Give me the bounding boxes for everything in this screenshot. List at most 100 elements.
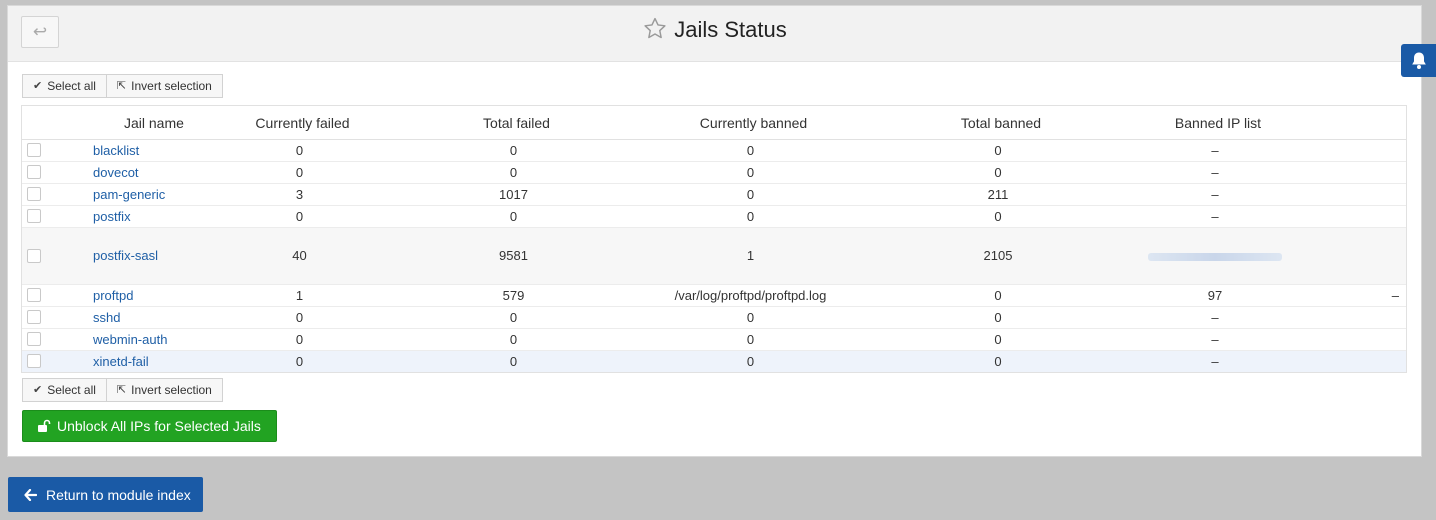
invert-selection-label: Invert selection xyxy=(131,383,212,397)
cell-currently-failed: 0 xyxy=(295,332,304,347)
cell-currently-failed: 3 xyxy=(295,187,304,202)
arrow-left-icon xyxy=(24,488,37,501)
unblock-all-button[interactable]: Unblock All IPs for Selected Jails xyxy=(22,410,277,442)
cell-total-banned: 0 xyxy=(994,310,1002,325)
share-icon: ⇱ xyxy=(116,80,127,92)
cell-banned-ip: – xyxy=(1211,165,1219,180)
cell-banned-ip: – xyxy=(1211,187,1219,202)
main-panel: ↩ Jails Status ✔ Select all ⇱ Invert sel… xyxy=(7,5,1422,457)
cell-currently-banned: 0 xyxy=(746,332,755,347)
row-checkbox[interactable] xyxy=(27,165,41,179)
header-banned-ip-list[interactable]: Banned IP list xyxy=(1139,106,1297,139)
cell-total-banned: 0 xyxy=(994,288,1002,303)
cell-banned-ip xyxy=(1136,228,1294,284)
cell-total-banned: 0 xyxy=(994,209,1002,224)
cell-total-failed: 0 xyxy=(509,143,518,158)
jail-link[interactable]: postfix-sasl xyxy=(93,248,158,263)
cell-currently-failed: 0 xyxy=(295,143,304,158)
cell-currently-failed: 0 xyxy=(295,209,304,224)
cell-total-banned: 0 xyxy=(994,354,1002,369)
star-icon[interactable] xyxy=(642,16,668,41)
cell-currently-banned: 0 xyxy=(746,209,755,224)
cell-total-failed: 0 xyxy=(509,354,518,369)
cell-banned-ip: – xyxy=(1211,143,1219,158)
cell-currently-banned: 0 xyxy=(746,310,755,325)
cell-currently-banned: /var/log/proftpd/proftpd.log xyxy=(674,288,827,303)
table-row: postfix-sasl 40 9581 1 2105 xyxy=(22,228,1406,285)
header-jail-name[interactable]: Jail name xyxy=(96,106,216,139)
cell-total-banned: 0 xyxy=(994,332,1002,347)
select-all-label: Select all xyxy=(47,79,96,93)
row-checkbox[interactable] xyxy=(27,209,41,223)
table-row: dovecot 0 0 0 0 – xyxy=(22,162,1406,184)
cell-currently-banned: 0 xyxy=(746,143,755,158)
table-row: blacklist 0 0 0 0 – xyxy=(22,140,1406,162)
cell-currently-banned: 0 xyxy=(746,187,755,202)
jail-link[interactable]: blacklist xyxy=(93,143,139,158)
cell-currently-failed: 40 xyxy=(292,248,307,263)
selection-toolbar-top: ✔ Select all ⇱ Invert selection xyxy=(22,74,223,98)
page-title: Jails Status xyxy=(674,17,787,42)
cell-total-failed: 9581 xyxy=(499,248,528,263)
table-row: xinetd-fail 0 0 0 0 – xyxy=(22,351,1406,372)
row-checkbox[interactable] xyxy=(27,354,41,368)
selection-toolbar-bottom: ✔ Select all ⇱ Invert selection xyxy=(22,378,223,402)
cell-total-failed: 1017 xyxy=(499,187,528,202)
header-total-failed[interactable]: Total failed xyxy=(389,106,644,139)
table-row: postfix 0 0 0 0 – xyxy=(22,206,1406,228)
check-icon: ✔ xyxy=(33,384,43,396)
unblock-all-label: Unblock All IPs for Selected Jails xyxy=(57,418,261,434)
jail-link[interactable]: xinetd-fail xyxy=(93,354,149,369)
cell-currently-banned: 0 xyxy=(746,354,755,369)
jail-link[interactable]: webmin-auth xyxy=(93,332,167,347)
bell-icon xyxy=(1412,52,1426,69)
cell-total-banned: 0 xyxy=(994,165,1002,180)
notification-button[interactable] xyxy=(1401,44,1436,77)
header-currently-banned[interactable]: Currently banned xyxy=(644,106,863,139)
row-checkbox[interactable] xyxy=(27,288,41,302)
cell-total-failed: 579 xyxy=(502,288,525,303)
cell-total-failed: 0 xyxy=(509,165,518,180)
select-all-button-bottom[interactable]: ✔ Select all xyxy=(22,378,107,402)
row-checkbox[interactable] xyxy=(27,143,41,157)
cell-banned-ip: – xyxy=(1211,310,1219,325)
cell-currently-banned: 1 xyxy=(746,248,755,263)
jail-link[interactable]: postfix xyxy=(93,209,131,224)
header-check-col xyxy=(22,106,96,139)
jail-link[interactable]: proftpd xyxy=(93,288,133,303)
cell-total-failed: 0 xyxy=(509,209,518,224)
row-checkbox[interactable] xyxy=(27,310,41,324)
panel-header: ↩ Jails Status xyxy=(8,6,1421,62)
invert-selection-button-bottom[interactable]: ⇱ Invert selection xyxy=(106,378,223,402)
return-to-module-index-button[interactable]: Return to module index xyxy=(8,477,203,512)
jail-link[interactable]: sshd xyxy=(93,310,120,325)
cell-extra: – xyxy=(1391,288,1399,303)
share-icon: ⇱ xyxy=(116,384,127,396)
return-label: Return to module index xyxy=(46,486,191,503)
cell-total-banned: 0 xyxy=(994,143,1002,158)
redacted-ip-list xyxy=(1148,252,1282,261)
cell-banned-ip: – xyxy=(1211,332,1219,347)
invert-selection-button[interactable]: ⇱ Invert selection xyxy=(106,74,223,98)
row-checkbox[interactable] xyxy=(27,249,41,263)
jail-link[interactable]: dovecot xyxy=(93,165,139,180)
table-header: Jail name Currently failed Total failed … xyxy=(22,106,1406,140)
cell-total-failed: 0 xyxy=(509,332,518,347)
table-row: webmin-auth 0 0 0 0 – xyxy=(22,329,1406,351)
table-row: proftpd 1 579 /var/log/proftpd/proftpd.l… xyxy=(22,285,1406,307)
cell-currently-failed: 1 xyxy=(295,288,304,303)
check-icon: ✔ xyxy=(33,80,43,92)
header-currently-failed[interactable]: Currently failed xyxy=(216,106,389,139)
invert-selection-label: Invert selection xyxy=(131,79,212,93)
page-title-wrap: Jails Status xyxy=(8,16,1421,43)
cell-banned-ip: – xyxy=(1211,354,1219,369)
unlock-icon xyxy=(38,419,51,432)
select-all-button[interactable]: ✔ Select all xyxy=(22,74,107,98)
row-checkbox[interactable] xyxy=(27,187,41,201)
cell-banned-ip: 97 xyxy=(1207,288,1223,303)
cell-currently-failed: 0 xyxy=(295,165,304,180)
jail-link[interactable]: pam-generic xyxy=(93,187,165,202)
cell-currently-failed: 0 xyxy=(295,310,304,325)
header-total-banned[interactable]: Total banned xyxy=(863,106,1139,139)
row-checkbox[interactable] xyxy=(27,332,41,346)
